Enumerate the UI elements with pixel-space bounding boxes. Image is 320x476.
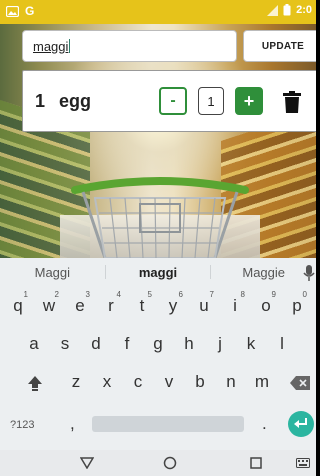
key-label: h <box>184 334 194 353</box>
key-hint: 1 <box>23 290 28 299</box>
key-p[interactable]: p0 <box>285 288 309 324</box>
key-i[interactable]: i8 <box>223 288 247 324</box>
key-row-1: q1w2e3r4t5y6u7i8o9p0 <box>0 288 316 326</box>
key-u[interactable]: u7 <box>192 288 216 324</box>
key-label: x <box>102 372 112 391</box>
key-row-2: asdfghjkl <box>0 326 316 364</box>
text-cursor <box>69 39 71 53</box>
app-screen: G 2:0 maggi UPDATE 1 egg - 1 + Maggi mag… <box>0 0 316 476</box>
battery-icon <box>283 4 291 16</box>
enter-icon <box>294 418 307 428</box>
key-k[interactable]: k <box>239 326 263 362</box>
key-label: l <box>280 334 284 353</box>
key-w[interactable]: w2 <box>37 288 61 324</box>
key-label: c <box>133 372 143 391</box>
clock: 2:0 <box>296 4 312 16</box>
item-input-field[interactable]: maggi <box>22 30 237 62</box>
home-icon[interactable] <box>163 456 177 470</box>
shopping-cart-image <box>71 177 249 258</box>
key-hint: 3 <box>85 290 90 299</box>
key-o[interactable]: o9 <box>254 288 278 324</box>
suggestion-right[interactable]: Maggie <box>211 265 316 280</box>
key-v[interactable]: v <box>157 364 181 400</box>
key-label: f <box>124 334 130 353</box>
list-item: 1 egg - 1 + <box>22 70 316 132</box>
soft-keyboard: Maggi maggi Maggie q1w2e3r4t5y6u7i8o9p0 … <box>0 258 316 450</box>
key-label: k <box>246 334 256 353</box>
key-z[interactable]: z <box>64 364 88 400</box>
key-c[interactable]: c <box>126 364 150 400</box>
key-hint: 0 <box>302 290 307 299</box>
suggestion-middle[interactable]: maggi <box>106 265 211 280</box>
navigation-bar <box>0 450 316 476</box>
key-hint: 8 <box>240 290 245 299</box>
item-quantity: 1 <box>35 91 46 111</box>
key-y[interactable]: y6 <box>161 288 185 324</box>
spacebar[interactable] <box>92 416 244 432</box>
item-name: egg <box>59 91 92 111</box>
comma-key[interactable]: , <box>70 414 75 434</box>
key-hint: 5 <box>147 290 152 299</box>
key-n[interactable]: n <box>219 364 243 400</box>
suggestion-strip: Maggi maggi Maggie <box>0 258 316 286</box>
key-b[interactable]: b <box>188 364 212 400</box>
key-label: a <box>29 334 39 353</box>
key-label: s <box>60 334 70 353</box>
recents-icon[interactable] <box>250 457 262 469</box>
key-label: g <box>153 334 163 353</box>
key-label: m <box>254 372 270 391</box>
key-hint: 6 <box>178 290 183 299</box>
key-e[interactable]: e3 <box>68 288 92 324</box>
decrease-button[interactable]: - <box>159 87 187 115</box>
key-label: b <box>195 372 205 391</box>
key-s[interactable]: s <box>53 326 77 362</box>
microphone-icon[interactable] <box>302 265 316 281</box>
key-x[interactable]: x <box>95 364 119 400</box>
app-notification-icon: G <box>25 4 35 18</box>
period-key[interactable]: . <box>262 414 267 434</box>
key-hint: 2 <box>54 290 59 299</box>
key-label: d <box>91 334 101 353</box>
key-hint: 7 <box>209 290 214 299</box>
image-notification-icon <box>6 5 19 17</box>
suggestion-left[interactable]: Maggi <box>0 265 105 280</box>
keyboard-icon[interactable] <box>296 458 310 468</box>
key-label: z <box>71 372 81 391</box>
key-a[interactable]: a <box>22 326 46 362</box>
key-d[interactable]: d <box>84 326 108 362</box>
quantity-field[interactable]: 1 <box>198 87 224 115</box>
key-label: v <box>164 372 174 391</box>
key-hint: 9 <box>271 290 276 299</box>
key-row-3: z x c v b nm <box>0 364 316 402</box>
key-m[interactable]: m <box>250 364 274 400</box>
key-j[interactable]: j <box>208 326 232 362</box>
key-row-4: ?123 , . <box>0 406 316 444</box>
key-t[interactable]: t5 <box>130 288 154 324</box>
key-label: n <box>226 372 236 391</box>
increase-button[interactable]: + <box>235 87 263 115</box>
status-bar: G 2:0 <box>0 0 316 24</box>
back-icon[interactable] <box>80 457 94 469</box>
shift-icon[interactable] <box>26 374 44 392</box>
key-hint: 4 <box>116 290 121 299</box>
key-q[interactable]: q1 <box>6 288 30 324</box>
key-g[interactable]: g <box>146 326 170 362</box>
key-h[interactable]: h <box>177 326 201 362</box>
item-input-text: maggi <box>33 39 71 54</box>
signal-icon <box>267 4 279 16</box>
enter-key[interactable] <box>288 411 314 437</box>
update-button[interactable]: UPDATE <box>243 30 316 62</box>
key-l[interactable]: l <box>270 326 294 362</box>
key-r[interactable]: r4 <box>99 288 123 324</box>
symbols-key[interactable]: ?123 <box>10 419 34 431</box>
key-label: j <box>218 334 222 353</box>
key-f[interactable]: f <box>115 326 139 362</box>
backspace-icon[interactable] <box>290 376 310 390</box>
trash-icon[interactable] <box>283 91 301 113</box>
